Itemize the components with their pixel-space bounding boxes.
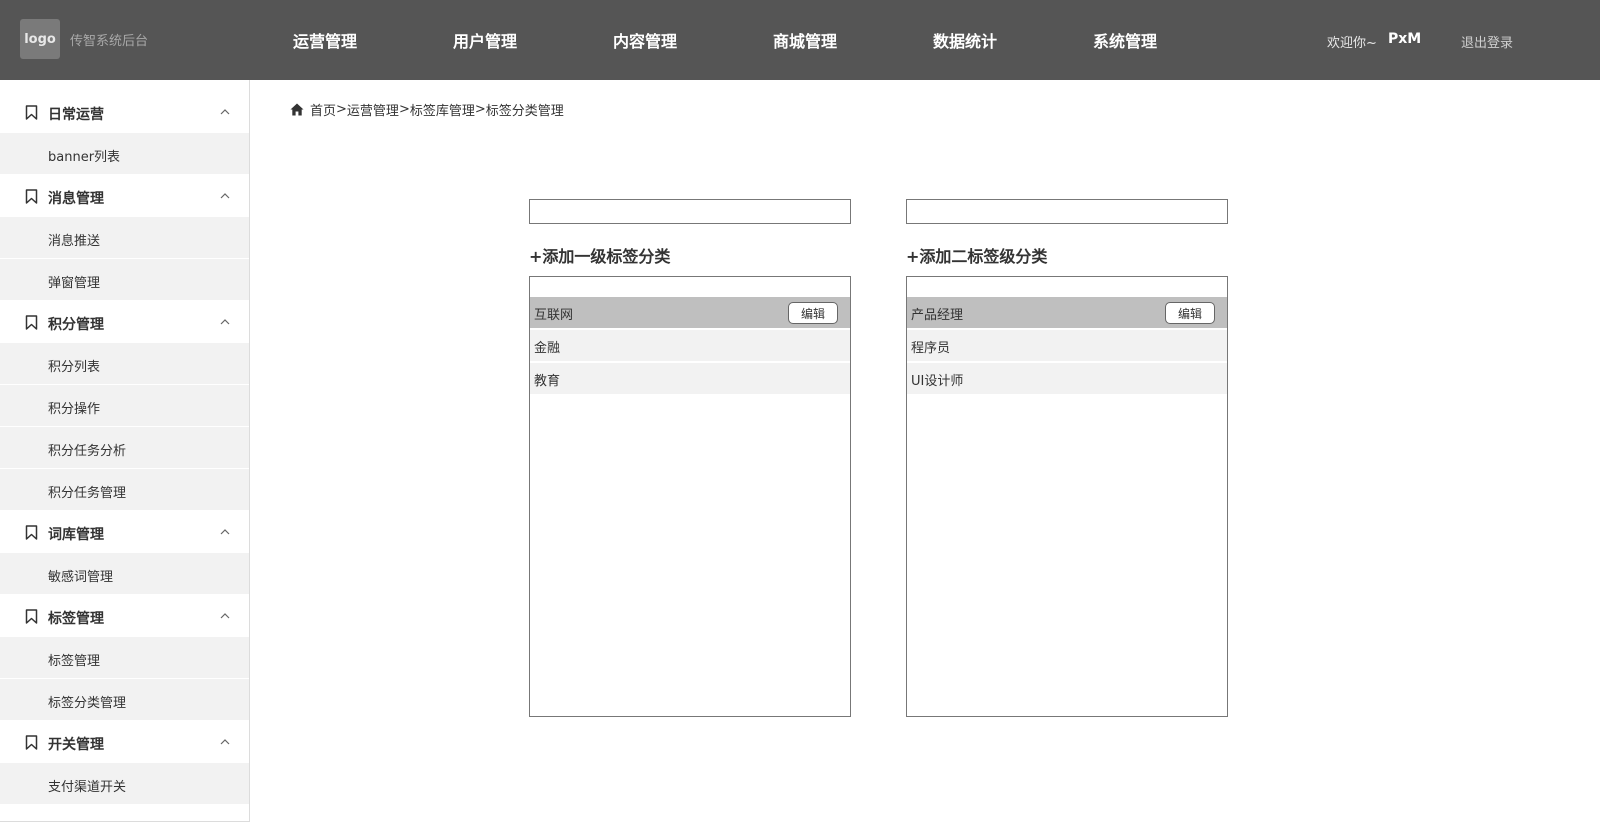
sidebar-item-points-task-management[interactable]: 积分任务管理 bbox=[0, 469, 249, 511]
secondary-category-input[interactable] bbox=[906, 199, 1228, 224]
chevron-up-icon bbox=[220, 319, 230, 325]
logo[interactable]: logo bbox=[20, 19, 60, 59]
sidebar-item-banner-list[interactable]: banner列表 bbox=[0, 133, 249, 175]
sidebar-item-payment-channel-switch[interactable]: 支付渠道开关 bbox=[0, 763, 249, 805]
bookmark-icon bbox=[25, 525, 38, 540]
sidebar-item-message-push[interactable]: 消息推送 bbox=[0, 217, 249, 259]
secondary-category-list: 产品经理 编辑 程序员 UI设计师 bbox=[906, 276, 1228, 717]
sidebar-item-points-list[interactable]: 积分列表 bbox=[0, 343, 249, 385]
list-item-label: 金融 bbox=[534, 341, 561, 356]
edit-button[interactable]: 编辑 bbox=[788, 302, 838, 324]
nav-content[interactable]: 内容管理 bbox=[613, 28, 677, 52]
list-item[interactable]: 教育 bbox=[530, 363, 850, 395]
breadcrumb-tag-library[interactable]: 标签库管理 bbox=[410, 100, 475, 119]
chevron-up-icon bbox=[220, 193, 230, 199]
nav-operations[interactable]: 运营管理 bbox=[293, 28, 357, 52]
list-item-label: UI设计师 bbox=[911, 374, 964, 389]
sidebar-item-label: 消息推送 bbox=[48, 234, 101, 249]
add-secondary-category-button[interactable]: +添加二标签级分类 bbox=[906, 243, 1047, 267]
sidebar-group-label: 开关管理 bbox=[48, 737, 104, 753]
sidebar-item-tag-category-management[interactable]: 标签分类管理 bbox=[0, 679, 249, 721]
sidebar-group-messages[interactable]: 消息管理 bbox=[0, 175, 249, 217]
sidebar-group-lexicon[interactable]: 词库管理 bbox=[0, 511, 249, 553]
sidebar-item-points-operation[interactable]: 积分操作 bbox=[0, 385, 249, 427]
home-icon bbox=[290, 103, 304, 116]
bookmark-icon bbox=[25, 609, 38, 624]
sidebar-item-label: 支付渠道开关 bbox=[48, 780, 127, 795]
breadcrumb-separator: > bbox=[398, 102, 410, 117]
bookmark-icon bbox=[25, 315, 38, 330]
sidebar-group-tags[interactable]: 标签管理 bbox=[0, 595, 249, 637]
bookmark-icon bbox=[25, 105, 38, 120]
sidebar-group-label: 日常运营 bbox=[48, 107, 104, 123]
nav-users[interactable]: 用户管理 bbox=[453, 28, 517, 52]
breadcrumb: 首页 > 运营管理 > 标签库管理 > 标签分类管理 bbox=[290, 100, 564, 119]
sidebar-item-popup-management[interactable]: 弹窗管理 bbox=[0, 259, 249, 301]
bookmark-icon bbox=[25, 735, 38, 750]
sidebar-group-daily-ops[interactable]: 日常运营 bbox=[0, 91, 249, 133]
add-primary-category-button[interactable]: +添加一级标签分类 bbox=[529, 243, 670, 267]
list-item-label: 程序员 bbox=[911, 341, 951, 356]
list-item[interactable]: UI设计师 bbox=[907, 363, 1227, 395]
sidebar-item-label: 标签分类管理 bbox=[48, 696, 127, 711]
sidebar-item-label: 积分操作 bbox=[48, 402, 101, 417]
sidebar: 日常运营 banner列表 消息管理 消息推送 弹窗管理 积分管理 积分列表 积… bbox=[0, 80, 250, 822]
chevron-up-icon bbox=[220, 613, 230, 619]
breadcrumb-separator: > bbox=[474, 102, 486, 117]
list-item[interactable]: 互联网 编辑 bbox=[530, 297, 850, 329]
edit-button[interactable]: 编辑 bbox=[1165, 302, 1215, 324]
sidebar-item-label: 标签管理 bbox=[48, 654, 101, 669]
breadcrumb-current: 标签分类管理 bbox=[485, 104, 564, 119]
breadcrumb-operations[interactable]: 运营管理 bbox=[347, 100, 399, 119]
sidebar-item-tag-management[interactable]: 标签管理 bbox=[0, 637, 249, 679]
bookmark-icon bbox=[25, 189, 38, 204]
sidebar-item-label: 积分任务管理 bbox=[48, 486, 127, 501]
sidebar-group-label: 积分管理 bbox=[48, 317, 104, 333]
username: PxM bbox=[1388, 31, 1422, 47]
system-name: 传智系统后台 bbox=[70, 34, 149, 49]
sidebar-item-points-task-analysis[interactable]: 积分任务分析 bbox=[0, 427, 249, 469]
sidebar-group-switches[interactable]: 开关管理 bbox=[0, 721, 249, 763]
sidebar-item-label: 积分任务分析 bbox=[48, 444, 127, 459]
chevron-up-icon bbox=[220, 739, 230, 745]
logout-link[interactable]: 退出登录 bbox=[1461, 32, 1513, 51]
top-header: logo 传智系统后台 运营管理 用户管理 内容管理 商城管理 数据统计 系统管… bbox=[0, 0, 1600, 80]
sidebar-item-sensitive-words[interactable]: 敏感词管理 bbox=[0, 553, 249, 595]
nav-system[interactable]: 系统管理 bbox=[1093, 28, 1157, 52]
list-item-label: 产品经理 bbox=[911, 308, 964, 323]
sidebar-item-label: 弹窗管理 bbox=[48, 276, 101, 291]
primary-category-input[interactable] bbox=[529, 199, 851, 224]
sidebar-item-label: 敏感词管理 bbox=[48, 570, 114, 585]
chevron-up-icon bbox=[220, 109, 230, 115]
sidebar-group-label: 词库管理 bbox=[48, 527, 104, 543]
breadcrumb-separator: > bbox=[336, 102, 347, 117]
sidebar-group-points[interactable]: 积分管理 bbox=[0, 301, 249, 343]
list-item[interactable]: 程序员 bbox=[907, 330, 1227, 362]
nav-mall[interactable]: 商城管理 bbox=[773, 28, 837, 52]
list-item[interactable]: 产品经理 编辑 bbox=[907, 297, 1227, 329]
breadcrumb-home[interactable]: 首页 bbox=[310, 100, 336, 119]
sidebar-item-label: 积分列表 bbox=[48, 360, 101, 375]
primary-category-list: 互联网 编辑 金融 教育 bbox=[529, 276, 851, 717]
chevron-up-icon bbox=[220, 529, 230, 535]
list-item-label: 互联网 bbox=[534, 308, 574, 323]
sidebar-group-label: 消息管理 bbox=[48, 191, 104, 207]
nav-statistics[interactable]: 数据统计 bbox=[933, 28, 997, 52]
welcome-text: 欢迎你~ bbox=[1327, 36, 1377, 51]
list-item-label: 教育 bbox=[534, 374, 561, 389]
sidebar-group-label: 标签管理 bbox=[48, 611, 104, 627]
list-item[interactable]: 金融 bbox=[530, 330, 850, 362]
sidebar-item-label: banner列表 bbox=[48, 150, 121, 165]
